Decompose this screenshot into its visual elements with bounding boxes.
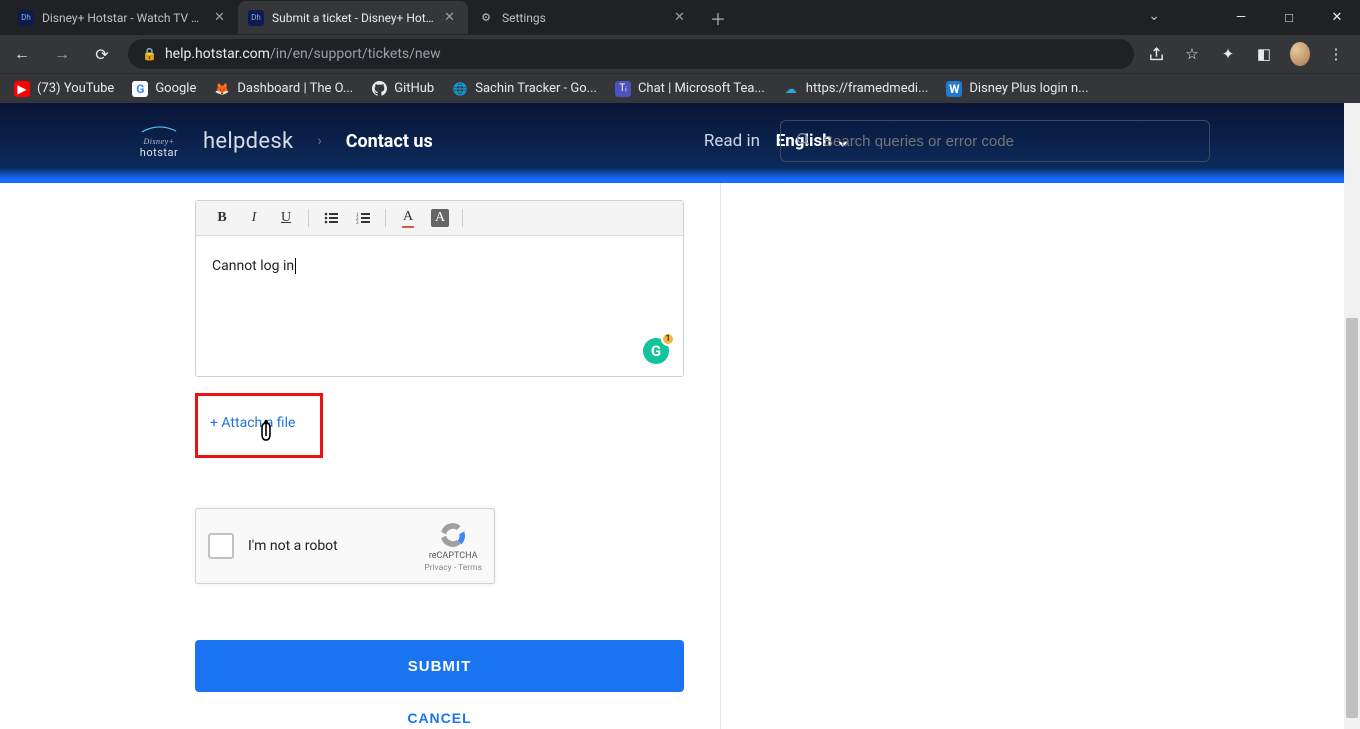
address-bar: ← → ⟳ 🔒 help.hotstar.com/in/en/support/t…	[0, 35, 1360, 73]
helpdesk-label[interactable]: helpdesk	[203, 129, 293, 154]
url-text: help.hotstar.com/in/en/support/tickets/n…	[165, 46, 441, 62]
bookmark-dashboard[interactable]: 🦊Dashboard | The O...	[214, 81, 353, 97]
lock-icon: 🔒	[142, 47, 157, 61]
tab-2[interactable]: ⚙ Settings ✕	[468, 1, 698, 34]
editor-content: Cannot log in	[212, 258, 294, 274]
bookmark-disneyplus[interactable]: WDisney Plus login n...	[946, 81, 1088, 97]
recaptcha-brand: reCAPTCHA	[429, 551, 478, 561]
text-color-button[interactable]: A	[392, 204, 424, 232]
bold-button[interactable]: B	[206, 204, 238, 232]
close-icon[interactable]: ✕	[214, 10, 228, 25]
site-header: Disney+ hotstar helpdesk › Contact us Re…	[0, 103, 1360, 183]
svg-text:3: 3	[356, 221, 359, 224]
submit-button[interactable]: SUBMIT	[195, 640, 684, 692]
tabs-dropdown-icon[interactable]: ⌄	[1148, 8, 1160, 24]
minimize-button[interactable]: ―	[1218, 3, 1264, 33]
bookmark-framed[interactable]: ☁https://framedmedi...	[783, 81, 929, 97]
url-input[interactable]: 🔒 help.hotstar.com/in/en/support/tickets…	[128, 39, 1134, 69]
unordered-list-button[interactable]	[315, 204, 347, 232]
search-icon	[795, 131, 811, 151]
recaptcha-logo: reCAPTCHA Privacy - Terms	[424, 519, 482, 573]
brand-logo[interactable]: Disney+ hotstar	[135, 123, 183, 159]
star-icon[interactable]: ☆	[1182, 44, 1202, 64]
window-controls: ― □ ✕	[1218, 0, 1360, 35]
bookmark-google[interactable]: GGoogle	[132, 81, 196, 97]
form-card: B I U 123 A A	[159, 183, 721, 729]
maximize-button[interactable]: □	[1266, 3, 1312, 33]
tab-0[interactable]: Dh Disney+ Hotstar - Watch TV Shows ✕	[8, 1, 238, 34]
search-box[interactable]	[780, 120, 1210, 162]
highlight-button[interactable]: A	[424, 204, 456, 232]
chevron-right-icon: ›	[313, 133, 325, 149]
search-wrap	[780, 120, 1210, 162]
text-caret	[295, 258, 296, 274]
browser-chrome: Dh Disney+ Hotstar - Watch TV Shows ✕ Dh…	[0, 0, 1360, 103]
toolbar-separator	[462, 209, 463, 227]
close-icon[interactable]: ✕	[444, 10, 458, 25]
tab-1[interactable]: Dh Submit a ticket - Disney+ Hotstar ✕	[238, 1, 468, 34]
gear-icon: ⚙	[478, 10, 494, 26]
page-content: B I U 123 A A	[0, 183, 1360, 729]
tab-title: Submit a ticket - Disney+ Hotstar	[272, 11, 436, 25]
grammarly-badge: 1	[661, 332, 675, 346]
recaptcha-widget: I'm not a robot reCAPTCHA Privacy - Term…	[195, 508, 495, 584]
editor-textarea[interactable]: Cannot log in G 1	[196, 236, 683, 376]
profile-avatar[interactable]	[1290, 44, 1310, 64]
forward-button[interactable]: →	[48, 40, 76, 68]
recaptcha-links[interactable]: Privacy - Terms	[424, 563, 482, 573]
italic-button[interactable]: I	[238, 204, 270, 232]
rich-text-editor: B I U 123 A A	[195, 200, 684, 377]
tab-title: Disney+ Hotstar - Watch TV Shows	[42, 11, 206, 25]
share-icon[interactable]	[1146, 44, 1166, 64]
toolbar-separator	[385, 209, 386, 227]
toolbar-separator	[308, 209, 309, 227]
close-icon[interactable]: ✕	[674, 10, 688, 25]
tab-favicon: Dh	[18, 10, 34, 26]
read-in-label: Read in	[704, 131, 760, 151]
reload-button[interactable]: ⟳	[88, 40, 116, 68]
bookmark-youtube[interactable]: ▶(73) YouTube	[14, 81, 114, 97]
bookmark-github[interactable]: GitHub	[371, 81, 434, 97]
grammarly-icon[interactable]: G 1	[643, 338, 669, 364]
bookmark-teams[interactable]: TᵢChat | Microsoft Tea...	[615, 81, 765, 97]
toolbar-icons: ☆ ✦ ◧ ⋮	[1146, 44, 1352, 64]
back-button[interactable]: ←	[8, 40, 36, 68]
editor-toolbar: B I U 123 A A	[196, 201, 683, 236]
breadcrumb-current: Contact us	[346, 131, 433, 152]
cancel-button[interactable]: CANCEL	[195, 710, 684, 726]
search-input[interactable]	[823, 133, 1195, 150]
page-viewport: Disney+ hotstar helpdesk › Contact us Re…	[0, 103, 1360, 729]
attach-highlight-box: + Attach a file	[195, 393, 323, 458]
tab-bar: Dh Disney+ Hotstar - Watch TV Shows ✕ Dh…	[0, 0, 1360, 35]
menu-icon[interactable]: ⋮	[1326, 44, 1346, 64]
bookmarks-bar: ▶(73) YouTube GGoogle 🦊Dashboard | The O…	[0, 73, 1360, 103]
extensions-icon[interactable]: ✦	[1218, 44, 1238, 64]
tab-favicon: Dh	[248, 10, 264, 26]
attach-file-link[interactable]: + Attach a file	[210, 415, 295, 431]
close-window-button[interactable]: ✕	[1314, 3, 1360, 33]
underline-button[interactable]: U	[270, 204, 302, 232]
scrollbar-thumb[interactable]	[1346, 318, 1358, 718]
tab-title: Settings	[502, 11, 666, 25]
bookmark-sachin[interactable]: 🌐Sachin Tracker - Go...	[452, 81, 597, 97]
recaptcha-label: I'm not a robot	[248, 538, 424, 554]
ordered-list-button[interactable]: 123	[347, 204, 379, 232]
vertical-scrollbar[interactable]	[1344, 103, 1360, 729]
new-tab-button[interactable]: ＋	[704, 4, 732, 32]
side-panel-icon[interactable]: ◧	[1254, 44, 1274, 64]
recaptcha-checkbox[interactable]	[208, 533, 234, 559]
